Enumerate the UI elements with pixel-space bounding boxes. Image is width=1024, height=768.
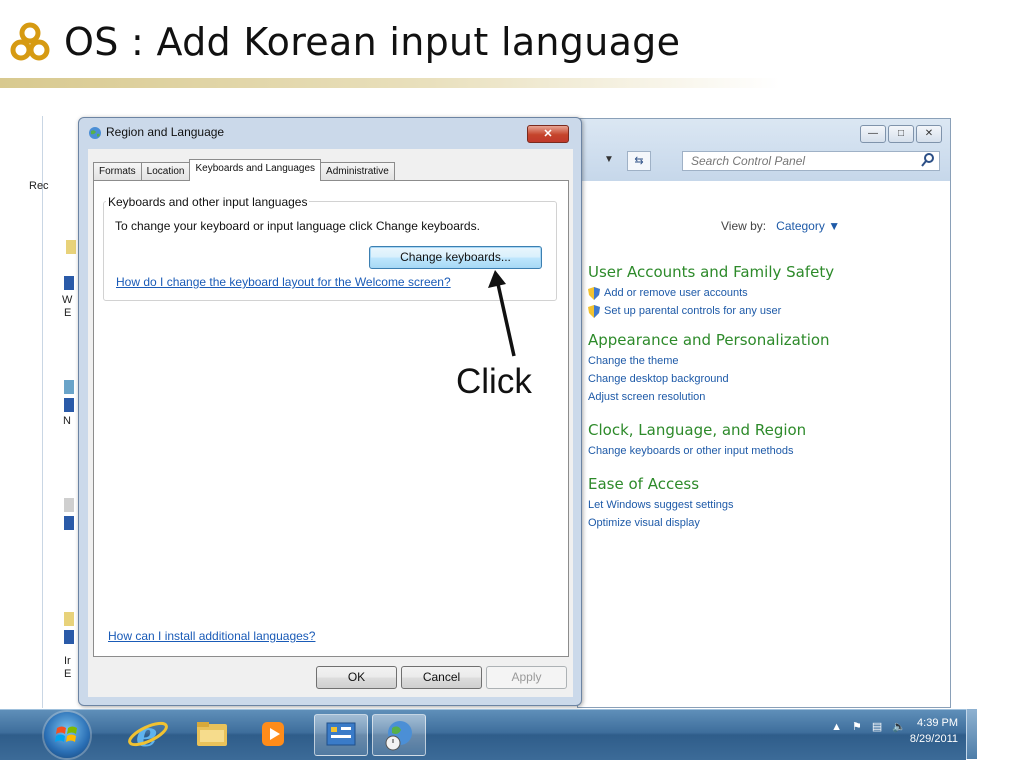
dialog-titlebar[interactable]: Region and Language ✕ [79, 118, 581, 148]
search-placeholder: Search Control Panel [691, 154, 806, 168]
link-desktop-background[interactable]: Change desktop background [588, 370, 938, 388]
show-hidden-icons-icon[interactable]: ▲ [831, 721, 842, 733]
desktop-label-fragment: E [64, 668, 72, 680]
close-button[interactable]: ✕ [527, 125, 569, 143]
media-player-taskbar-button[interactable] [248, 714, 300, 754]
tab-keyboards-languages[interactable]: Keyboards and Languages [189, 159, 322, 181]
desktop-label-fragment: E [64, 307, 72, 319]
section-heading[interactable]: Ease of Access [588, 475, 938, 493]
link-text: Set up parental controls for any user [604, 305, 782, 317]
view-by: View by: Category ▼ [721, 219, 840, 233]
control-panel-icon [326, 722, 356, 746]
shortcut-arrow-icon [64, 630, 74, 644]
welcome-screen-help-link[interactable]: How do I change the keyboard layout for … [116, 275, 451, 289]
clock[interactable]: 4:39 PM 8/29/2011 [910, 715, 958, 747]
tab-formats[interactable]: Formats [93, 162, 142, 181]
control-panel-window: — □ ✕ ▼ ⇆ Search Control Panel View by: … [577, 118, 951, 708]
shortcut-arrow-icon [64, 398, 74, 412]
section-clock-language: Clock, Language, and Region Change keybo… [588, 421, 938, 460]
link-text: Add or remove user accounts [604, 287, 748, 299]
clock-time: 4:39 PM [917, 717, 958, 729]
link-screen-resolution[interactable]: Adjust screen resolution [588, 388, 938, 406]
desktop-icon[interactable] [64, 380, 74, 394]
group-legend: Keyboards and other input languages [106, 195, 310, 209]
annotation-arrow-icon [488, 270, 516, 357]
dialog-title: Region and Language [106, 125, 225, 139]
tab-administrative[interactable]: Administrative [320, 162, 395, 181]
desktop-label-fragment: Ir [64, 655, 71, 667]
address-dropdown-icon[interactable]: ▼ [604, 154, 614, 165]
annotation-label: Click [456, 362, 532, 401]
window-controls: — □ ✕ [860, 125, 942, 143]
refresh-icon[interactable]: ⇆ [627, 151, 651, 171]
desktop-icon[interactable] [66, 240, 76, 254]
shortcut-arrow-icon [64, 516, 74, 530]
folder-icon [197, 722, 227, 746]
group-description: To change your keyboard or input languag… [115, 219, 480, 233]
media-player-icon [262, 722, 284, 746]
desktop-icon[interactable] [64, 498, 74, 512]
tab-strip: Formats Location Keyboards and Languages… [93, 159, 395, 181]
view-by-dropdown[interactable]: Category [776, 219, 825, 233]
dialog-body: Formats Location Keyboards and Languages… [88, 149, 573, 697]
system-tray: ▲ ⚑ ▤ 🔈 [831, 720, 906, 734]
control-panel-taskbar-button[interactable] [314, 714, 368, 756]
link-change-theme[interactable]: Change the theme [588, 352, 938, 370]
tab-panel: Keyboards and other input languages To c… [93, 180, 569, 657]
explorer-taskbar-button[interactable] [185, 714, 237, 754]
region-language-taskbar-button[interactable] [372, 714, 426, 756]
windows-logo-icon [55, 726, 77, 742]
search-icon[interactable] [921, 152, 935, 168]
section-heading[interactable]: Clock, Language, and Region [588, 421, 938, 439]
taskbar: e ▲ ⚑ ▤ 🔈 4:39 PM 8/29/2011 [0, 709, 966, 760]
tab-location[interactable]: Location [140, 162, 191, 181]
minimize-button[interactable]: — [860, 125, 886, 143]
section-appearance: Appearance and Personalization Change th… [588, 331, 938, 406]
link-add-remove-accounts[interactable]: Add or remove user accounts [588, 284, 938, 302]
trefoil-bullet-icon [10, 22, 50, 61]
region-language-dialog: Region and Language ✕ Formats Location K… [78, 117, 582, 706]
view-by-label: View by: [721, 219, 767, 233]
desktop-icon[interactable] [64, 612, 74, 626]
action-center-icon[interactable]: ⚑ [852, 720, 862, 733]
close-button[interactable]: ✕ [916, 125, 942, 143]
show-desktop-button[interactable] [966, 709, 977, 759]
link-parental-controls[interactable]: Set up parental controls for any user [588, 302, 938, 320]
internet-explorer-icon: e [128, 715, 168, 755]
uac-shield-icon [588, 286, 600, 300]
network-icon[interactable]: ▤ [872, 720, 882, 733]
search-input[interactable]: Search Control Panel [682, 151, 940, 171]
link-change-keyboards[interactable]: Change keyboards or other input methods [588, 442, 938, 460]
ok-button[interactable]: OK [316, 666, 397, 689]
slide-title-text: OS : Add Korean input language [64, 20, 681, 64]
section-heading[interactable]: User Accounts and Family Safety [588, 263, 938, 281]
clock-date: 8/29/2011 [909, 733, 958, 745]
change-keyboards-button[interactable]: Change keyboards... [369, 246, 542, 269]
apply-button[interactable]: Apply [486, 666, 567, 689]
globe-clock-icon [385, 721, 412, 751]
uac-shield-icon [588, 304, 600, 318]
maximize-button[interactable]: □ [888, 125, 914, 143]
start-button[interactable] [44, 712, 90, 758]
section-user-accounts: User Accounts and Family Safety Add or r… [588, 263, 938, 320]
link-windows-suggest[interactable]: Let Windows suggest settings [588, 496, 938, 514]
title-underline [0, 78, 780, 88]
control-panel-toolbar: — □ ✕ ▼ ⇆ Search Control Panel [578, 119, 950, 181]
slide-title: OS : Add Korean input language [10, 16, 680, 68]
globe-icon [89, 127, 101, 139]
section-ease-of-access: Ease of Access Let Windows suggest setti… [588, 475, 938, 532]
cancel-button[interactable]: Cancel [401, 666, 482, 689]
section-heading[interactable]: Appearance and Personalization [588, 331, 938, 349]
desktop-label-fragment: W [62, 294, 73, 306]
install-languages-help-link[interactable]: How can I install additional languages? [108, 629, 315, 643]
desktop-label-fragment: Rec [29, 180, 49, 192]
internet-explorer-taskbar-button[interactable]: e [122, 714, 174, 755]
chevron-down-icon[interactable]: ▼ [828, 219, 840, 233]
link-optimize-visual[interactable]: Optimize visual display [588, 514, 938, 532]
volume-icon[interactable]: 🔈 [892, 720, 906, 733]
desktop-label-fragment: N [63, 415, 71, 427]
shortcut-arrow-icon [64, 276, 74, 290]
svg-text:e: e [136, 715, 158, 754]
